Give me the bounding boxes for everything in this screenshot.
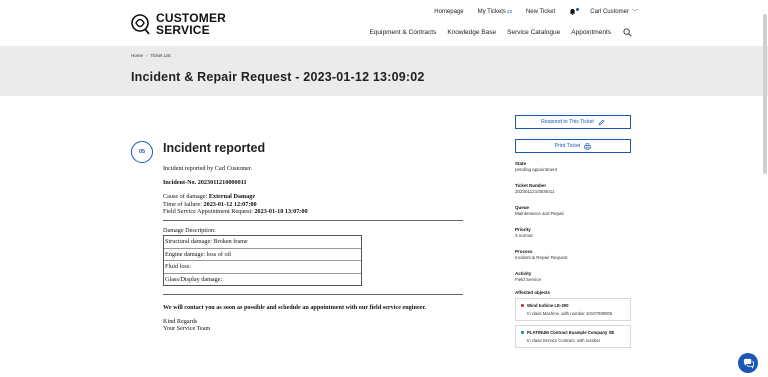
regards-text: Kind Regards [163,318,198,326]
damage-row: Structural damage: Broken frame [165,238,248,246]
affected-object-card[interactable]: PLATINUM Contract Example Company SE In … [515,325,631,348]
prop-key: State [515,161,527,166]
nav-new-ticket[interactable]: New Ticket [526,9,555,15]
damage-row: Glass/Display damage: [164,272,361,285]
affected-objects-title: Affected objects [515,290,551,295]
appointment-line: Field Service Appointment Request: 2023-… [163,208,463,215]
user-name: Carl Customer [590,8,629,15]
prop-state: State pending appointment [515,161,631,172]
brand-line-2: SERVICE [156,23,210,37]
breadcrumb-home[interactable]: Home [131,53,143,58]
chevron-down-icon: ﹀ [631,10,638,16]
affected-object-card[interactable]: Wind turbine LE-300 In class Machine, wi… [515,298,631,321]
brand-name: CUSTOMER SERVICE [156,12,226,36]
prop-key: Ticket Number [515,183,547,188]
affected-object-name: PLATINUM Contract Example Company SE [527,330,615,335]
brand-logo[interactable]: CUSTOMER SERVICE [131,12,226,36]
section-title: Incident reported [163,141,266,155]
pencil-icon [598,119,605,125]
ticket-properties: State pending appointment Ticket Number 20… [515,161,631,352]
page-banner: Home › Ticket List Incident & Repair Req… [0,46,768,96]
page-scrollbar[interactable] [763,0,767,377]
cause-line: Cause of damage: External Damage [163,193,463,200]
print-ticket-button[interactable]: Print Ticket [515,139,631,153]
top-nav: Homepage My Tickets 23 New Ticket Carl Cu… [420,7,638,16]
nav-service-catalogue[interactable]: Service Catalogue [507,29,560,36]
divider [163,220,463,222]
nav-knowledge-base[interactable]: Knowledge Base [447,29,496,36]
prop-key: Queue [515,205,530,210]
printer-icon [584,142,591,150]
affected-object-detail: In class Machine, with number 1010708000… [527,311,613,316]
respond-ticket-button[interactable]: Respond to This Ticket [515,115,631,129]
prop-activity: Activity Field Service [515,271,631,282]
brand-logo-icon [131,14,150,35]
prop-value: pending appointment [515,167,558,172]
appointment-value: 2023-01-18 13:07:00 [254,207,308,215]
prop-value: 2023011210000011 [515,189,555,194]
prop-key: Priority [515,227,531,232]
team-text: Your Service Team [163,325,211,333]
affected-object-name: Wind turbine LE-300 [527,303,569,308]
damage-row: Engine damage: loss of oil [164,248,361,260]
tickets-count-badge: 23 [506,9,512,14]
nav-homepage[interactable]: Homepage [434,9,463,15]
breadcrumb-separator-icon: › [146,53,148,58]
search-icon[interactable] [623,28,632,37]
prop-value: Maintenance and Repair [515,211,565,216]
nav-appointments[interactable]: Appointments [571,29,611,36]
divider [163,293,463,295]
failure-value: 2023-01-12 12:07:00 [203,200,257,208]
print-button-label: Print Ticket [554,143,581,149]
prop-value: Incident & Repair Request [515,255,568,260]
prop-ticket-number: Ticket Number 2023011210000011 [515,183,631,194]
damage-heading: Damage Description: [163,227,216,235]
nav-my-tickets[interactable]: My Tickets 23 [478,9,512,15]
status-dot [521,331,524,334]
chat-icon [743,358,754,369]
reported-by-text: Incident reported by Carl Customer. [163,165,253,172]
prop-value: Field Service [515,277,542,282]
notification-dot [576,8,580,11]
nav-my-tickets-label: My Tickets [477,8,506,15]
damage-row: Fluid loss: [164,260,361,272]
damage-table: Structural damage: Broken frame Engine d… [163,235,362,286]
prop-key: Activity [515,271,532,276]
respond-button-label: Respond to This Ticket [541,119,594,125]
appointment-label: Field Service Appointment Request: [163,207,253,215]
step-number-badge: 05 [131,141,153,163]
breadcrumb-ticket-list[interactable]: Ticket List [151,53,171,58]
page-title: Incident & Repair Request - 2023-01-12 1… [131,70,425,84]
prop-value: 3 normal [515,233,533,238]
prop-priority: Priority 3 normal [515,227,631,238]
user-menu[interactable]: Carl Customer ﹀ [590,7,638,17]
failure-label: Time of failure: [163,200,202,208]
nav-equipment-contracts[interactable]: Equipment & Contracts [369,29,436,36]
notifications-bell-icon[interactable] [569,8,580,15]
prop-queue: Queue Maintenance and Repair [515,205,631,216]
prop-process: Process Incident & Repair Request [515,249,631,260]
incident-number: Incident-No. 2023011210000011 [163,179,247,187]
breadcrumb: Home › Ticket List [131,53,171,58]
failure-line: Time of failure: 2023-01-12 12:07:00 [163,201,463,208]
chat-button[interactable] [738,353,758,373]
scrollbar-thumb[interactable] [763,14,767,174]
cause-label: Cause of damage: [163,193,208,201]
status-dot [521,304,524,307]
affected-object-detail: In class Service Contract, with number [527,338,601,343]
header: CUSTOMER SERVICE Homepage My Tickets 23 N… [0,0,768,46]
cause-value: External Damage [208,193,256,201]
incident-document: Incident reported by Carl Customer. Inci… [163,165,463,332]
contact-text: We will contact you as soon as possible … [163,303,427,311]
main-nav: Equipment & Contracts Knowledge Base Ser… [358,28,632,37]
prop-key: Process [515,249,533,254]
